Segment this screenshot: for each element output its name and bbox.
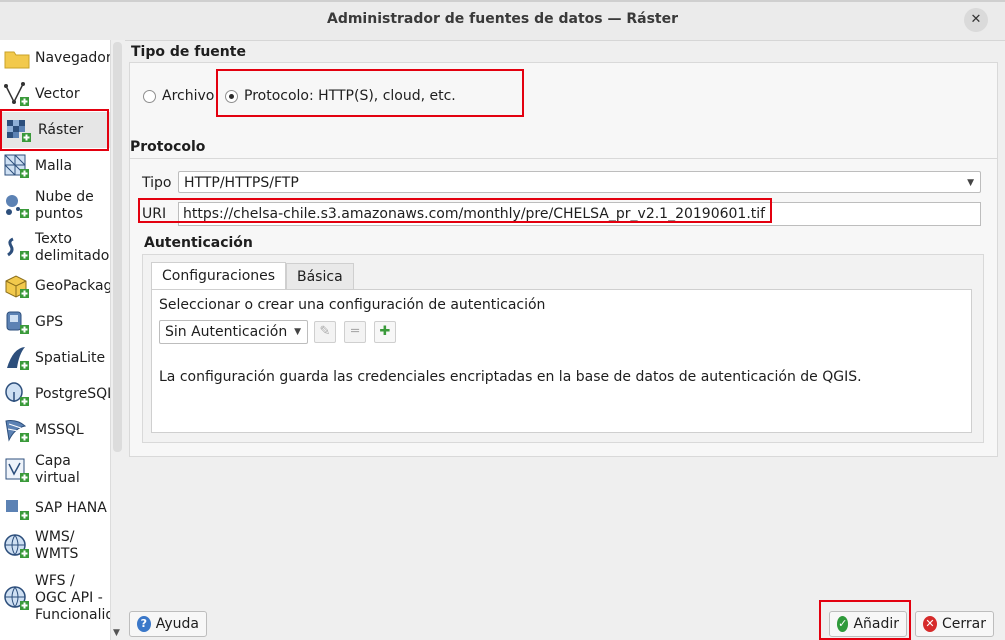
protocol-title: Protocolo — [130, 139, 206, 155]
help-icon: ? — [137, 616, 151, 632]
sidebar-item-label: SAP HANA — [35, 499, 107, 516]
sidebar-item-label: SpatiaLite — [35, 349, 106, 366]
auth-select-label: Seleccionar o crear una configuración de… — [159, 297, 546, 313]
sidebar-item-raster[interactable]: Ráster — [0, 112, 110, 148]
sidebar-item-geopackage[interactable]: GeoPackage — [0, 268, 110, 304]
vector-icon — [4, 82, 29, 106]
sidebar-item-navegador[interactable]: Navegador — [0, 40, 110, 76]
top-strip — [0, 0, 1005, 2]
sidebar-item-label: Capa virtual — [35, 453, 80, 486]
radio-protocolo[interactable]: Protocolo: HTTP(S), cloud, etc. — [225, 88, 456, 104]
sidebar-item-label: Nube de puntos — [35, 189, 94, 222]
source-type-group — [129, 62, 998, 162]
auth-config-value: Sin Autenticación — [165, 324, 288, 340]
radio-indicator[interactable] — [143, 89, 156, 103]
close-button[interactable]: ✕ Cerrar — [915, 611, 994, 637]
sidebar-item-mssql[interactable]: MSSQL — [0, 412, 110, 448]
sidebar: Navegador Vector Ráster Malla Nube de pu… — [0, 40, 110, 640]
uri-input[interactable]: https://chelsa-chile.s3.amazonaws.com/mo… — [178, 202, 981, 226]
edit-config-button[interactable]: ✎ — [314, 321, 336, 343]
sidebar-item-texto-delimitado[interactable]: Texto delimitado — [0, 228, 110, 268]
chevron-down-icon: ▼ — [967, 178, 974, 188]
protocol-type-select[interactable]: HTTP/HTTPS/FTP ▼ — [178, 171, 981, 193]
auth-info-text: La configuración guarda las credenciales… — [159, 369, 862, 385]
chevron-down-icon: ▼ — [294, 327, 301, 337]
point-cloud-icon — [6, 195, 29, 218]
radio-label: Protocolo: HTTP(S), cloud, etc. — [244, 88, 456, 104]
tab-basica[interactable]: Básica — [286, 263, 354, 289]
protocol-type-value: HTTP/HTTPS/FTP — [184, 175, 299, 191]
sidebar-item-label: WMS/ WMTS — [35, 529, 79, 562]
add-button-label: Añadir — [853, 616, 899, 632]
help-button[interactable]: ? Ayuda — [129, 611, 207, 637]
sidebar-item-label: Malla — [35, 157, 73, 174]
tab-configuraciones[interactable]: Configuraciones — [151, 262, 287, 290]
sidebar-item-label: MSSQL — [35, 421, 84, 438]
radio-label: Archivo — [162, 88, 215, 104]
sidebar-item-wms-wmts[interactable]: WMS/ WMTS — [0, 526, 110, 566]
sidebar-item-label: Vector — [35, 85, 80, 102]
plus-icon: ✚ — [379, 324, 391, 339]
wms-icon — [4, 534, 29, 558]
gps-icon — [6, 311, 29, 334]
sidebar-item-label: WFS / OGC API - Funcionalid — [35, 572, 110, 623]
radio-indicator[interactable] — [225, 89, 238, 103]
help-button-label: Ayuda — [155, 616, 199, 632]
delimited-text-icon — [7, 237, 29, 260]
window-title: Administrador de fuentes de datos — Rást… — [326, 11, 678, 27]
pencil-icon: ✎ — [319, 324, 331, 339]
sidebar-item-sap-hana[interactable]: SAP HANA — [0, 490, 110, 526]
sidebar-item-label: Texto delimitado — [35, 231, 110, 264]
checkmark-icon: ✓ — [837, 616, 849, 632]
minus-icon: ═ — [351, 324, 359, 339]
raster-icon — [7, 120, 31, 142]
remove-config-button[interactable]: ═ — [344, 321, 366, 343]
sidebar-item-label: Ráster — [38, 121, 84, 138]
sidebar-item-capa-virtual[interactable]: Capa virtual — [0, 450, 110, 490]
sidebar-item-spatialite[interactable]: SpatiaLite — [0, 340, 110, 376]
sidebar-item-wfs-ogc-api[interactable]: WFS / OGC API - Funcionalid — [0, 570, 110, 626]
title-bar: Administrador de fuentes de datos — Rást… — [0, 0, 1005, 41]
mssql-icon — [5, 420, 29, 442]
sidebar-item-label: PostgreSQL — [35, 385, 110, 402]
radio-archivo[interactable]: Archivo — [143, 88, 214, 104]
auth-config-select[interactable]: Sin Autenticación ▼ — [159, 320, 308, 344]
sidebar-item-gps[interactable]: GPS — [0, 304, 110, 340]
auth-title: Autenticación — [144, 235, 253, 251]
virtual-layer-icon — [5, 458, 29, 482]
sidebar-item-label: Navegador — [35, 49, 110, 66]
sap-hana-icon — [6, 500, 29, 520]
scrollbar-thumb[interactable] — [113, 42, 122, 452]
sidebar-item-postgresql[interactable]: PostgreSQL — [0, 376, 110, 412]
sidebar-item-vector[interactable]: Vector — [0, 76, 110, 112]
sidebar-item-label: GeoPackage — [35, 277, 110, 294]
window-close-button[interactable]: ✕ — [964, 8, 988, 32]
spatialite-icon — [7, 347, 29, 370]
sidebar-item-label: GPS — [35, 313, 64, 330]
mesh-icon — [4, 154, 29, 178]
folder-icon — [4, 51, 30, 69]
main-panel: Tipo de fuente Archivo Protocolo: HTTP(S… — [129, 40, 999, 600]
sidebar-item-malla[interactable]: Malla — [0, 148, 110, 184]
close-icon: ✕ — [923, 616, 937, 632]
add-config-button[interactable]: ✚ — [374, 321, 396, 343]
uri-label: URI — [142, 206, 167, 222]
geopackage-icon — [5, 275, 29, 298]
close-button-label: Cerrar — [942, 616, 986, 632]
postgresql-icon — [5, 382, 29, 406]
sidebar-item-nube-de-puntos[interactable]: Nube de puntos — [0, 186, 110, 226]
sidebar-scrollbar[interactable]: ▼ — [110, 40, 125, 640]
type-label: Tipo — [142, 175, 172, 191]
scroll-down-arrow-icon[interactable]: ▼ — [113, 628, 120, 638]
source-type-title: Tipo de fuente — [131, 44, 246, 60]
wfs-icon — [4, 586, 29, 610]
add-button[interactable]: ✓ Añadir — [829, 611, 907, 637]
